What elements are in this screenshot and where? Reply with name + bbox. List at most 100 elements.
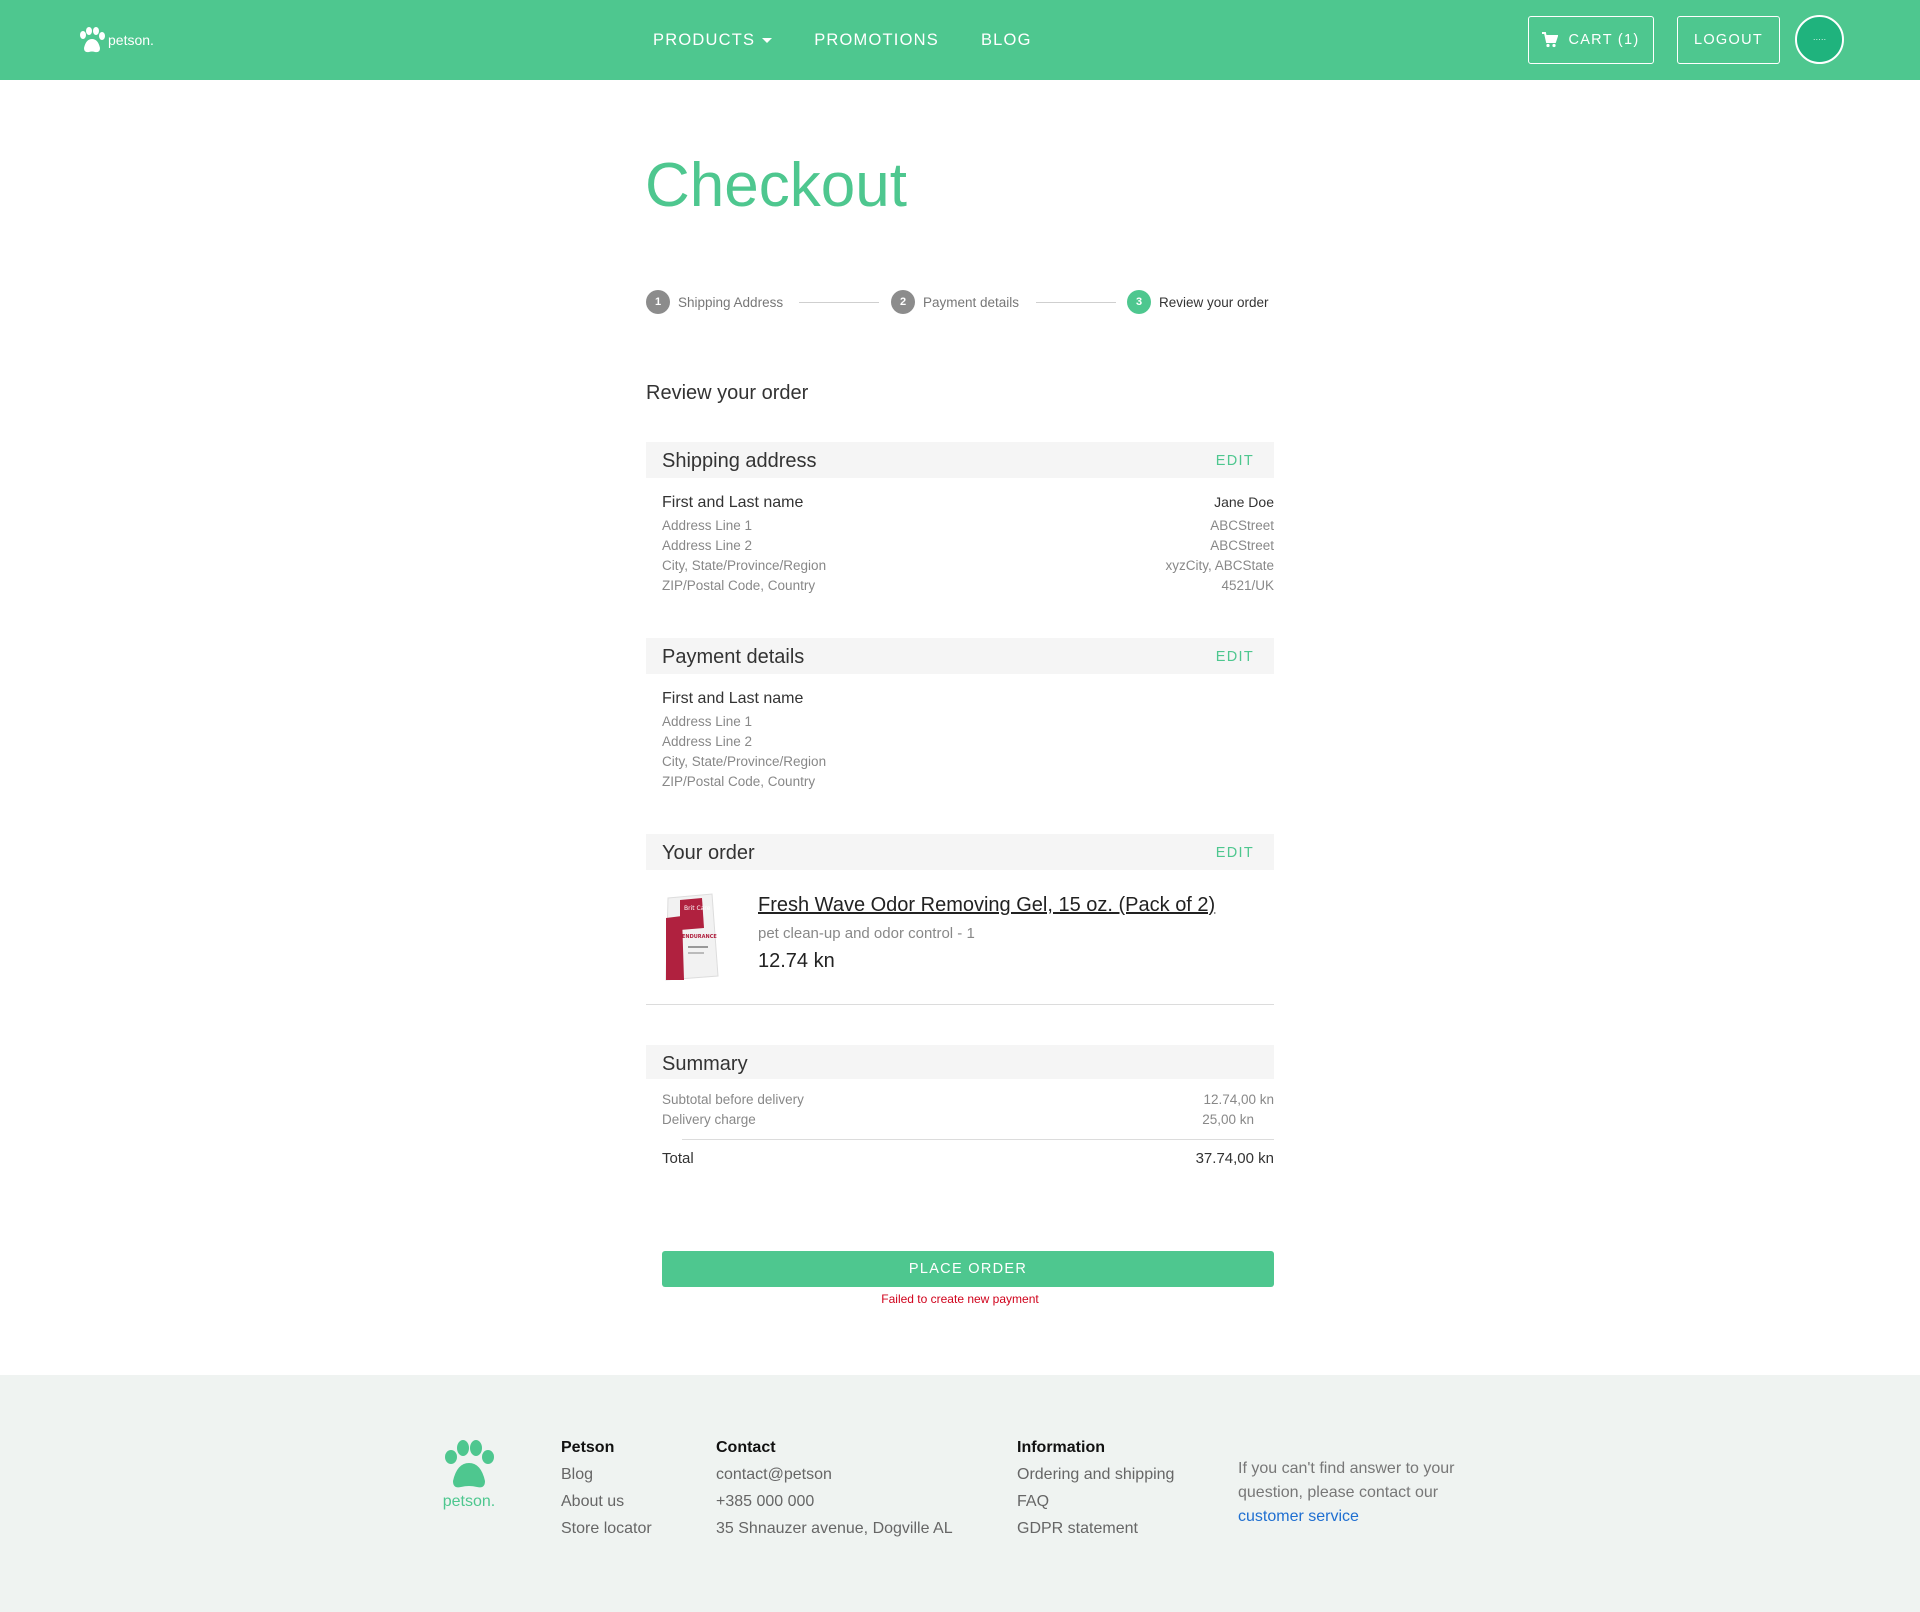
detail-value: 4521/UK	[1221, 578, 1274, 593]
summary-title: Summary	[662, 1053, 748, 1075]
detail-row: Address Line 2	[662, 734, 1274, 754]
footer-link-gdpr[interactable]: GDPR statement	[1017, 1520, 1174, 1538]
nav-promotions[interactable]: PROMOTIONS	[814, 31, 939, 50]
delivery-label: Delivery charge	[662, 1112, 756, 1127]
detail-value: Jane Doe	[1214, 494, 1274, 510]
step-review[interactable]: 3 Review your order	[1127, 290, 1269, 314]
footer-contact-email[interactable]: contact@petson	[716, 1466, 953, 1484]
detail-row: ZIP/Postal Code, Country 4521/UK	[662, 578, 1274, 598]
total-label: Total	[662, 1150, 694, 1167]
nav-blog[interactable]: BLOG	[981, 31, 1032, 50]
step-connector	[799, 302, 879, 303]
brand-logo[interactable]: petson.	[76, 26, 154, 54]
product-image-label: ENDURANCE	[682, 934, 717, 940]
edit-order-button[interactable]: EDIT	[1216, 845, 1254, 861]
detail-key: ZIP/Postal Code, Country	[662, 774, 816, 789]
detail-row: City, State/Province/Region	[662, 754, 1274, 774]
product-category: pet clean-up and odor control - 1	[758, 925, 975, 942]
paw-icon	[445, 1440, 494, 1488]
paw-icon	[80, 27, 105, 53]
shipping-details: First and Last name Jane Doe Address Line…	[662, 494, 1274, 598]
detail-key: ZIP/Postal Code, Country	[662, 578, 816, 593]
edit-shipping-button[interactable]: EDIT	[1216, 453, 1254, 469]
summary-divider	[682, 1139, 1274, 1140]
detail-value: ABCStreet	[1210, 518, 1274, 533]
detail-key: City, State/Province/Region	[662, 754, 827, 769]
summary-row: Subtotal before delivery 12.74,00 kn	[662, 1092, 1274, 1112]
footer-help: If you can't find answer to your questio…	[1238, 1457, 1478, 1529]
detail-key: Address Line 2	[662, 734, 753, 749]
footer-link-store-locator[interactable]: Store locator	[561, 1520, 652, 1538]
detail-value: ABCStreet	[1210, 538, 1274, 553]
footer-col-petson: Petson Blog About us Store locator	[561, 1439, 652, 1547]
step-number: 2	[891, 290, 915, 314]
edit-payment-button[interactable]: EDIT	[1216, 649, 1254, 665]
summary-row: Delivery charge 25,00 kn	[662, 1112, 1274, 1132]
footer-heading: Information	[1017, 1439, 1105, 1456]
footer-logo[interactable]: petson.	[441, 1439, 497, 1511]
product-image-brand: Brit Care	[684, 905, 711, 912]
customer-service-link[interactable]: customer service	[1238, 1508, 1359, 1525]
help-text: If you can't find answer to your questio…	[1238, 1460, 1455, 1501]
product-price: 12.74 kn	[758, 950, 835, 972]
summary-rows: Subtotal before delivery 12.74,00 kn Del…	[662, 1092, 1274, 1132]
detail-key: First and Last name	[662, 690, 804, 707]
main-nav: PRODUCTS PROMOTIONS BLOG	[653, 0, 1074, 80]
step-label: Shipping Address	[678, 294, 784, 310]
order-title: Your order	[662, 842, 755, 864]
chevron-down-icon	[762, 37, 773, 43]
product-image[interactable]: Brit Care ENDURANCE	[662, 888, 720, 984]
product-name-link[interactable]: Fresh Wave Odor Removing Gel, 15 oz. (Pa…	[758, 894, 1215, 917]
cart-button[interactable]: CART (1)	[1528, 16, 1654, 64]
detail-row: City, State/Province/Region xyzCity, ABCS…	[662, 558, 1274, 578]
step-connector	[1036, 302, 1116, 303]
step-shipping[interactable]: 1 Shipping Address	[646, 290, 783, 314]
shipping-title: Shipping address	[662, 450, 817, 472]
footer-contact-address: 35 Shnauzer avenue, Dogville AL	[716, 1520, 953, 1537]
step-number: 1	[646, 290, 670, 314]
delivery-value: 25,00 kn	[1202, 1112, 1254, 1127]
footer-link-faq[interactable]: FAQ	[1017, 1493, 1174, 1511]
footer-link-blog[interactable]: Blog	[561, 1466, 652, 1484]
checkout-stepper: 1 Shipping Address 2 Payment details 3 R…	[646, 290, 1273, 314]
logo-text: petson.	[108, 32, 154, 48]
subtotal-value: 12.74,00 kn	[1203, 1092, 1274, 1107]
top-header: petson. PRODUCTS PROMOTIONS BLOG CART (1…	[0, 0, 1920, 80]
detail-key: Address Line 1	[662, 714, 753, 729]
detail-row: Address Line 1 ABCStreet	[662, 518, 1274, 538]
nav-products-label: PRODUCTS	[653, 30, 756, 49]
detail-row: Address Line 2 ABCStreet	[662, 538, 1274, 558]
order-item: Brit Care ENDURANCE Fresh Wave Odor Remo…	[646, 880, 1274, 1005]
detail-key: Address Line 1	[662, 518, 753, 533]
detail-row: Address Line 1	[662, 714, 1274, 734]
summary-header: Summary	[646, 1045, 1274, 1079]
payment-title: Payment details	[662, 646, 805, 668]
detail-value: xyzCity, ABCState	[1165, 558, 1274, 573]
footer-link-about[interactable]: About us	[561, 1493, 652, 1511]
payment-header: Payment details EDIT	[646, 638, 1274, 674]
detail-row: First and Last name Jane Doe	[662, 494, 1274, 518]
shipping-header: Shipping address EDIT	[646, 442, 1274, 478]
step-number: 3	[1127, 290, 1151, 314]
page-title: Checkout	[645, 151, 907, 220]
total-row: Total 37.74,00 kn	[662, 1150, 1274, 1167]
step-payment[interactable]: 2 Payment details	[891, 290, 1019, 314]
detail-key: Address Line 2	[662, 538, 753, 553]
footer-heading: Contact	[716, 1439, 776, 1456]
total-value: 37.74,00 kn	[1195, 1150, 1274, 1167]
footer-col-contact: Contact contact@petson +385 000 000 35 S…	[716, 1439, 953, 1547]
footer: petson. Petson Blog About us Store locat…	[0, 1375, 1920, 1612]
logout-button[interactable]: LOGOUT	[1677, 16, 1780, 64]
place-order-button[interactable]: PLACE ORDER	[662, 1251, 1274, 1287]
footer-contact-phone[interactable]: +385 000 000	[716, 1493, 953, 1511]
footer-logo-text: petson.	[442, 1493, 496, 1510]
nav-products[interactable]: PRODUCTS	[653, 30, 773, 50]
review-heading: Review your order	[646, 382, 809, 404]
cart-icon	[1542, 32, 1559, 48]
footer-link-ordering[interactable]: Ordering and shipping	[1017, 1466, 1174, 1484]
avatar[interactable]: ·····	[1795, 15, 1844, 64]
step-label: Payment details	[923, 294, 1020, 310]
detail-row: First and Last name	[662, 690, 1274, 714]
order-header: Your order EDIT	[646, 834, 1274, 870]
footer-col-information: Information Ordering and shipping FAQ GD…	[1017, 1439, 1174, 1547]
